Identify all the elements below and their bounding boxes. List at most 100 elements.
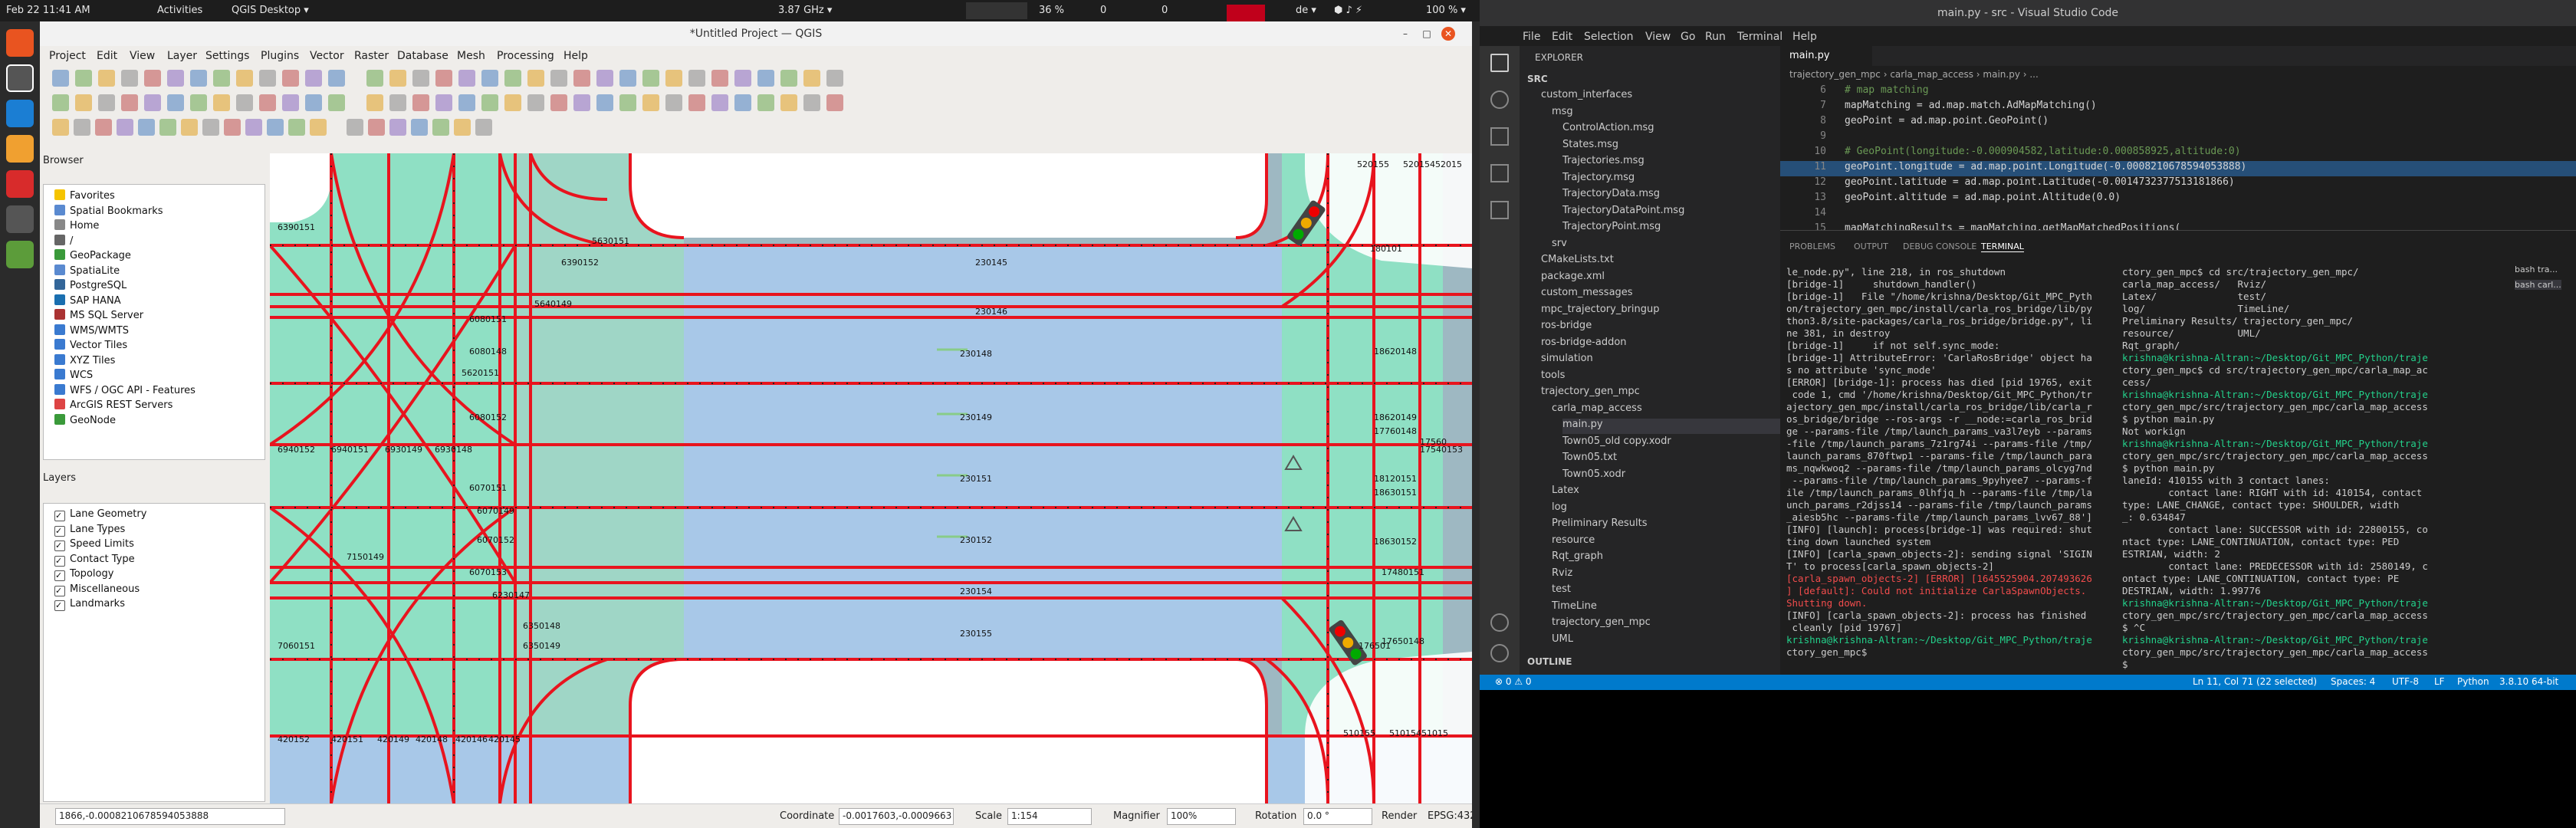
toolbar-button[interactable] [144, 94, 161, 111]
cursor-position[interactable]: Ln 11, Col 71 (22 selected) [2193, 676, 2317, 687]
toolbar-button[interactable] [481, 70, 498, 87]
toolbar-button[interactable] [366, 94, 383, 111]
ubuntu-icon[interactable] [6, 29, 34, 57]
toolbar-button[interactable] [305, 94, 322, 111]
toolbar-button[interactable] [619, 70, 636, 87]
browser-item[interactable]: GeoPackage [54, 249, 131, 263]
extensions-icon[interactable] [1490, 201, 1509, 219]
toolbar-button[interactable] [202, 119, 219, 136]
file-tree-item[interactable]: msg [1552, 106, 1573, 121]
toolbar-button[interactable] [181, 119, 198, 136]
vs-menu-help[interactable]: Help [1792, 31, 1817, 43]
file-tree-item[interactable]: log [1552, 501, 1567, 517]
toolbar-button[interactable] [803, 70, 820, 87]
toolbar-button[interactable] [481, 94, 498, 111]
toolbar-button[interactable] [432, 119, 449, 136]
breadcrumb[interactable]: trajectory_gen_mpc › carla_map_access › … [1789, 69, 2039, 80]
toolbar-button[interactable] [573, 70, 590, 87]
layer-checkbox[interactable]: ✓ [54, 555, 65, 567]
browser-item[interactable]: SAP HANA [54, 294, 121, 308]
file-tree-item[interactable]: trajectory_gen_mpc [1541, 386, 1640, 401]
layer-checkbox[interactable]: ✓ [54, 600, 65, 611]
menu-project[interactable]: Project [49, 50, 86, 62]
render-checkbox[interactable]: Render [1382, 810, 1417, 822]
problems-indicator[interactable]: ⊗ 0 ⚠ 0 [1495, 676, 1532, 687]
toolbar-button[interactable] [550, 94, 567, 111]
toolbar-button[interactable] [52, 70, 69, 87]
browser-item[interactable]: XYZ Tiles [54, 353, 115, 368]
browser-item[interactable]: Home [54, 219, 99, 233]
file-tree-item[interactable]: TimeLine [1552, 600, 1597, 616]
anydesk-icon[interactable] [6, 170, 34, 198]
vs-menu-run[interactable]: Run [1705, 31, 1726, 43]
toolbar-button[interactable] [389, 70, 406, 87]
vs-menu-edit[interactable]: Edit [1552, 31, 1572, 43]
browser-item[interactable]: Favorites [54, 189, 115, 203]
file-tree-item[interactable]: ControlAction.msg [1562, 122, 1654, 137]
toolbar-button[interactable] [411, 119, 428, 136]
layer-item[interactable]: ✓ Speed Limits [54, 538, 134, 552]
toolbar-button[interactable] [267, 119, 284, 136]
file-tree-item[interactable]: srv [1552, 238, 1567, 253]
toolbar-button[interactable] [282, 94, 299, 111]
layer-item[interactable]: ✓ Lane Geometry [54, 508, 146, 522]
toolbar-button[interactable] [527, 70, 544, 87]
toolbar-button[interactable] [504, 70, 521, 87]
file-tree-item[interactable]: main.py [1562, 419, 1792, 434]
toolbar-button[interactable] [167, 94, 184, 111]
panel-tab[interactable]: DEBUG CONSOLE [1903, 242, 1976, 251]
browser-item[interactable]: MS SQL Server [54, 309, 143, 323]
indentation[interactable]: Spaces: 4 [2331, 676, 2375, 687]
toolbar-button[interactable] [74, 119, 90, 136]
magnifier-field[interactable]: 100% [1167, 808, 1236, 825]
toolbar-button[interactable] [259, 70, 276, 87]
toolbar-button[interactable] [711, 70, 728, 87]
layer-checkbox[interactable]: ✓ [54, 511, 65, 521]
coordinate-field[interactable]: -0.0017603,-0.0009663 [839, 808, 954, 825]
toolbar-button[interactable] [121, 94, 138, 111]
map-canvas[interactable]: 520155 52015452015 6390151 5630151 180101 639… [270, 153, 1472, 803]
sublime-icon[interactable] [6, 135, 34, 163]
browser-item[interactable]: / [54, 234, 73, 248]
menu-processing[interactable]: Processing [497, 50, 554, 62]
toolbar-button[interactable] [328, 70, 345, 87]
toolbar-button[interactable] [665, 94, 682, 111]
toolbar-button[interactable] [412, 70, 429, 87]
qgis-icon[interactable] [6, 241, 34, 268]
toolbar-button[interactable] [780, 70, 797, 87]
toolbar-button[interactable] [190, 70, 207, 87]
file-tree-item[interactable]: Preliminary Results [1552, 518, 1647, 533]
file-tree-item[interactable]: UML [1552, 633, 1573, 649]
toolbar-button[interactable] [95, 119, 112, 136]
terminal-left[interactable]: le_node.py", line 218, in ros_shutdown [b… [1786, 266, 2092, 659]
toolbar-button[interactable] [435, 94, 452, 111]
toolbar-button[interactable] [642, 70, 659, 87]
toolbar-button[interactable] [121, 70, 138, 87]
toolbar-button[interactable] [596, 70, 613, 87]
encoding[interactable]: UTF-8 [2392, 676, 2419, 687]
minimize-icon[interactable]: – [1398, 27, 1412, 41]
file-tree-item[interactable]: States.msg [1562, 139, 1618, 154]
toolbar-button[interactable] [224, 119, 241, 136]
file-tree-item[interactable]: resource [1552, 534, 1595, 550]
toolbar-button[interactable] [366, 70, 383, 87]
toolbar-button[interactable] [642, 94, 659, 111]
toolbar-button[interactable] [138, 119, 155, 136]
menu-database[interactable]: Database [397, 50, 449, 62]
rotation-field[interactable]: 0.0 ° [1303, 808, 1372, 825]
menu-mesh[interactable]: Mesh [457, 50, 485, 62]
file-tree-item[interactable]: simulation [1541, 353, 1593, 368]
toolbar-button[interactable] [454, 119, 471, 136]
vs-menu-selection[interactable]: Selection [1584, 31, 1634, 43]
file-tree-item[interactable]: Trajectory.msg [1562, 172, 1635, 187]
layer-checkbox[interactable]: ✓ [54, 585, 65, 596]
toolbar-button[interactable] [236, 94, 253, 111]
toolbar-button[interactable] [757, 94, 774, 111]
toolbar-button[interactable] [236, 70, 253, 87]
explorer-icon[interactable] [1490, 54, 1509, 72]
toolbar-button[interactable] [504, 94, 521, 111]
toolbar-button[interactable] [288, 119, 305, 136]
toolbar-button[interactable] [435, 70, 452, 87]
layer-item[interactable]: ✓ Miscellaneous [54, 583, 140, 597]
toolbar-button[interactable] [711, 94, 728, 111]
